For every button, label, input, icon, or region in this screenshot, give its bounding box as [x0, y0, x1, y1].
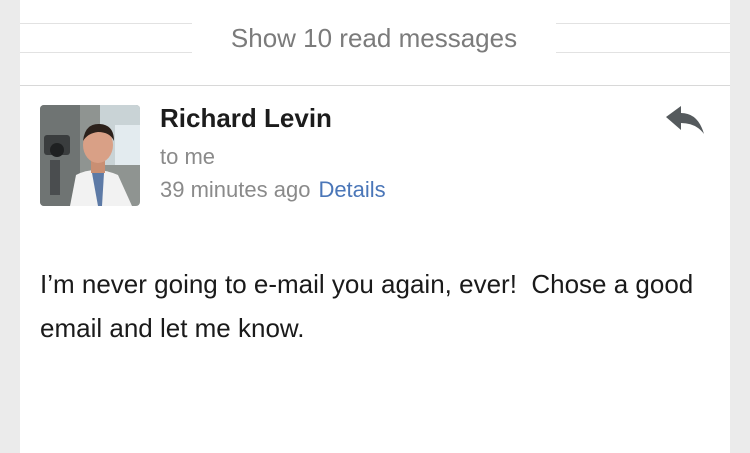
sender-name[interactable]: Richard Levin	[160, 103, 332, 134]
message-card: Show 10 read messages Richard Levin to m…	[20, 0, 730, 453]
recipient-line: to me	[160, 144, 216, 169]
reply-arrow-icon	[666, 106, 704, 134]
read-messages-divider: Show 10 read messages	[20, 0, 730, 86]
message-body: I’m never going to e-mail you again, eve…	[40, 269, 701, 343]
meta-line: 39 minutes ago Details	[160, 177, 386, 203]
show-read-messages-button[interactable]: Show 10 read messages	[192, 10, 556, 66]
sender-avatar[interactable]	[40, 105, 140, 206]
timestamp: 39 minutes ago	[160, 177, 311, 202]
reply-button[interactable]	[664, 104, 708, 140]
details-link[interactable]: Details	[318, 177, 385, 202]
